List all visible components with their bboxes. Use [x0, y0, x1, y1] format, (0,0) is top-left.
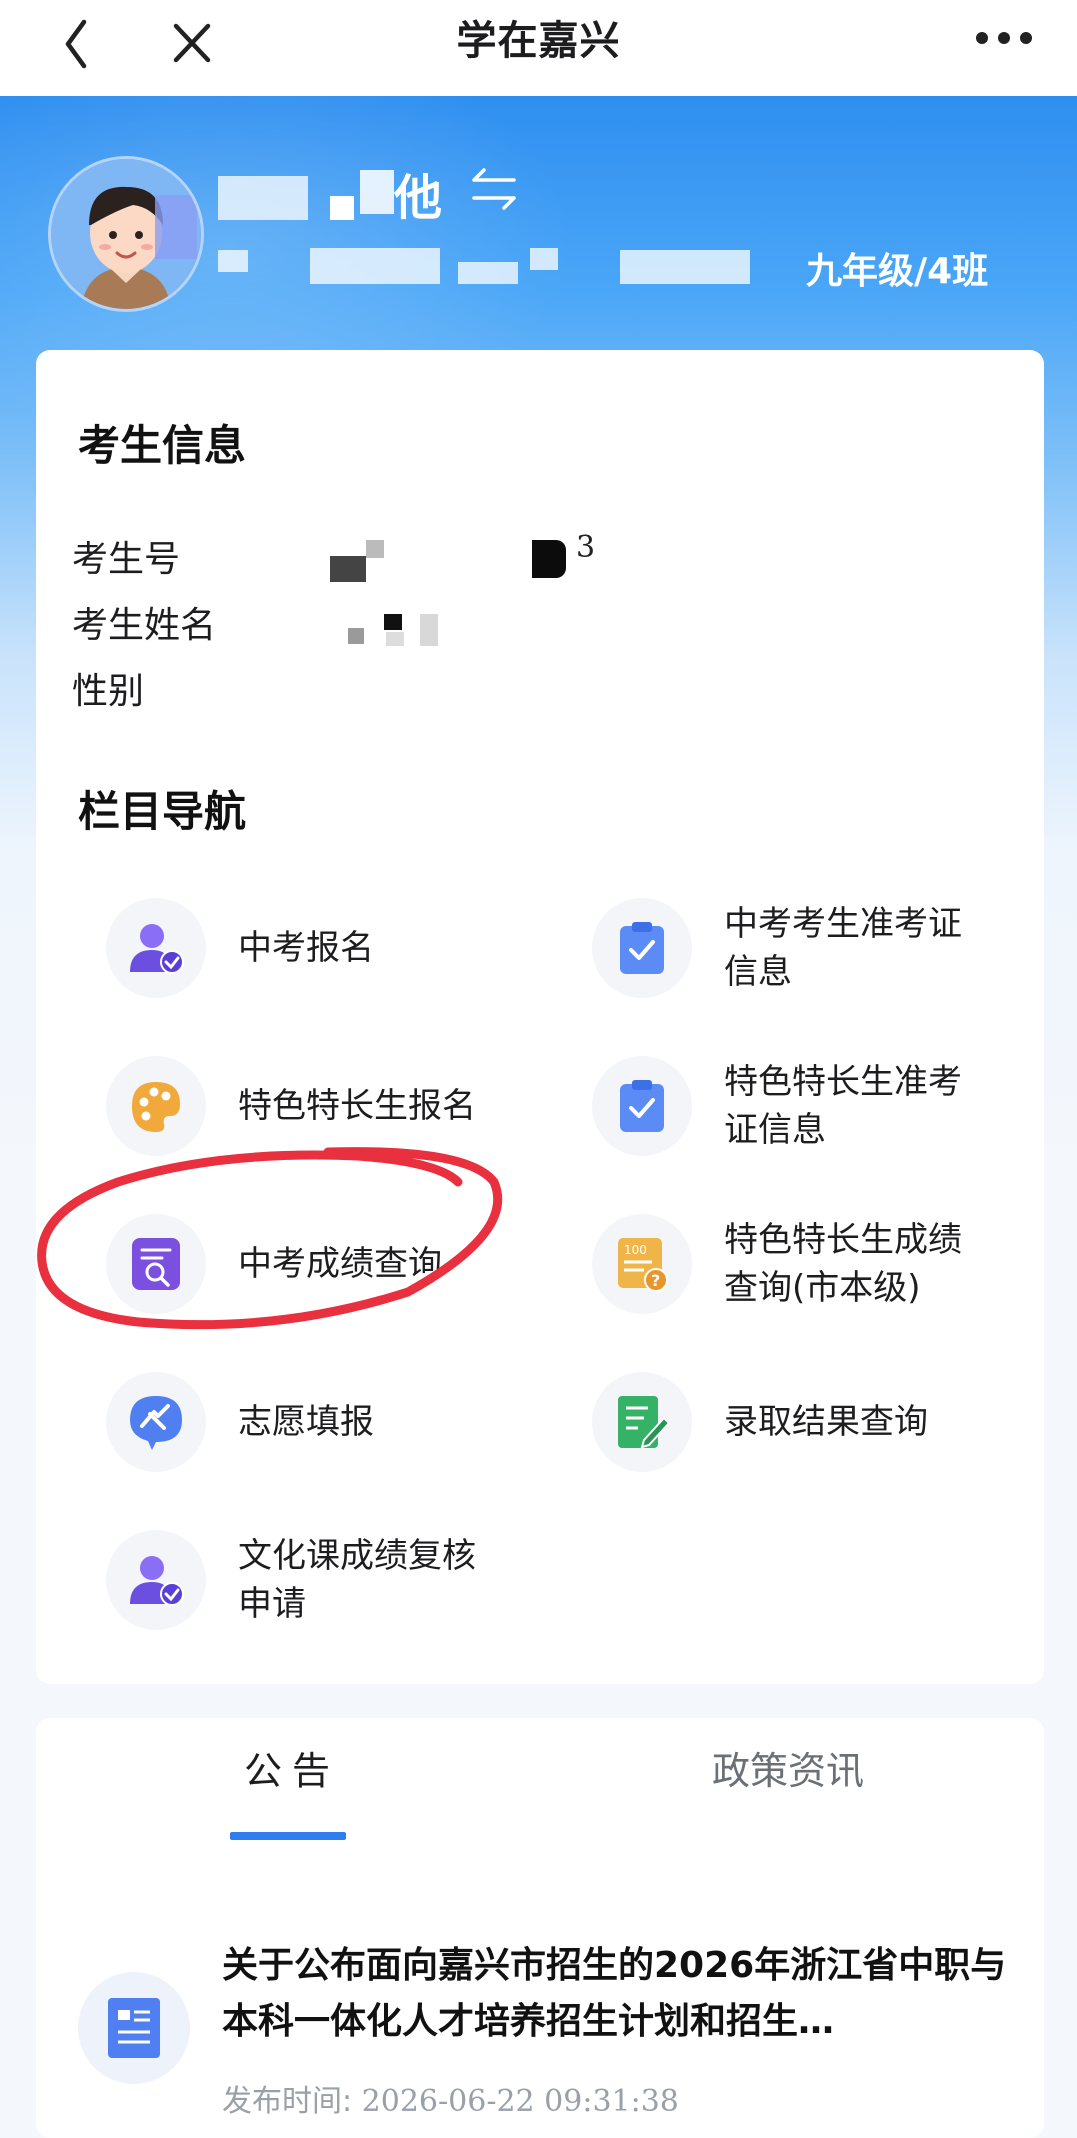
redacted-name	[218, 176, 308, 220]
nav-item-label: 特色特长生报名	[238, 1086, 476, 1126]
nav-admission-result[interactable]: 录取结果查询	[522, 1364, 1002, 1484]
news-list-icon	[78, 1972, 190, 2084]
redacted-id	[620, 250, 750, 284]
publish-time-label: 发布时间:	[222, 2084, 353, 2119]
news-item-time: 发布时间: 2026-06-22 09:31:38	[222, 2076, 679, 2120]
clipboard-check-icon	[592, 898, 692, 998]
palette-icon	[106, 1056, 206, 1156]
notice-card: 公告 政策资讯 关于公布面向嘉兴市招生的2026年浙江省中职与本科一体化人才培养…	[36, 1718, 1044, 2138]
user-check-icon	[106, 898, 206, 998]
redacted-name	[360, 170, 394, 214]
exam-number-value: 3	[576, 530, 596, 565]
gender-label: 性别	[72, 671, 145, 712]
redacted-id	[218, 250, 248, 272]
tab-notice[interactable]: 公告	[244, 1740, 340, 1795]
nav-talent-score-query[interactable]: 100 ? 特色特长生成绩查询(市本级)	[522, 1206, 1002, 1326]
user-check-icon	[106, 1530, 206, 1630]
redacted-exam-number	[330, 556, 366, 582]
switch-arrows-icon[interactable]	[466, 166, 522, 212]
redacted-name	[330, 196, 354, 220]
avatar[interactable]	[48, 156, 204, 312]
nav-item-label: 志愿填报	[238, 1402, 374, 1442]
page-title: 学在嘉兴	[456, 18, 621, 64]
nav-zhongkao-signup[interactable]: 中考报名	[36, 890, 516, 1010]
document-search-icon	[106, 1214, 206, 1314]
nav-item-label: 特色特长生准考证信息	[724, 1062, 962, 1150]
nav-item-label: 特色特长生成绩查询(市本级)	[724, 1220, 962, 1308]
active-tab-indicator	[230, 1832, 346, 1840]
nav-talent-admission-ticket[interactable]: 特色特长生准考证信息	[522, 1048, 1002, 1168]
tab-policy-news[interactable]: 政策资讯	[712, 1740, 864, 1795]
user-name: 他	[394, 170, 443, 226]
svg-text:?: ?	[651, 1271, 660, 1290]
score-question-icon: 100 ?	[592, 1214, 692, 1314]
redacted-exam-name	[348, 628, 364, 644]
redacted-id	[310, 248, 440, 284]
nav-zhongkao-admission-ticket[interactable]: 中考考生准考证信息	[522, 890, 1002, 1010]
nav-wish-filling[interactable]: 志愿填报	[36, 1364, 516, 1484]
redacted-id	[458, 262, 518, 284]
nav-talent-signup[interactable]: 特色特长生报名	[36, 1048, 516, 1168]
more-horizontal-icon[interactable]	[972, 20, 1036, 56]
exam-number-label: 考生号	[72, 539, 181, 580]
column-nav-title: 栏目导航	[78, 787, 247, 836]
wish-chat-icon	[106, 1372, 206, 1472]
redacted-exam-name	[384, 614, 402, 630]
exam-name-label: 考生姓名	[72, 605, 217, 646]
nav-zhongkao-score-query[interactable]: 中考成绩查询	[36, 1206, 516, 1326]
nav-score-review[interactable]: 文化课成绩复核申请	[36, 1522, 516, 1642]
grade-class-label: 九年级/4班	[806, 251, 989, 292]
top-nav-bar: 学在嘉兴	[0, 0, 1077, 96]
main-card: 考生信息 考生号 3 考生姓名 性别 栏目导航 中考报名 中考考生准考证信息 特…	[36, 350, 1044, 1684]
publish-time-value: 2026-06-22 09:31:38	[361, 2084, 679, 2119]
redacted-exam-name	[420, 614, 438, 646]
nav-item-label: 文化课成绩复核申请	[238, 1536, 476, 1624]
redacted-id	[530, 248, 558, 270]
svg-text:100: 100	[624, 1243, 647, 1257]
nav-item-label: 中考报名	[238, 928, 374, 968]
nav-item-label: 中考成绩查询	[238, 1244, 442, 1284]
nav-item-label: 录取结果查询	[724, 1402, 928, 1442]
close-icon[interactable]	[168, 10, 218, 70]
redacted-exam-number	[532, 540, 566, 578]
nav-item-label: 中考考生准考证信息	[724, 904, 962, 992]
edit-document-icon	[592, 1372, 692, 1472]
news-item-title[interactable]: 关于公布面向嘉兴市招生的2026年浙江省中职与本科一体化人才培养招生计划和招生…	[222, 1938, 1012, 2050]
redacted-exam-name	[386, 632, 404, 646]
redacted-exam-number	[366, 540, 384, 558]
chevron-left-icon[interactable]	[52, 10, 102, 70]
clipboard-check-icon	[592, 1056, 692, 1156]
exam-info-title: 考生信息	[78, 421, 247, 470]
